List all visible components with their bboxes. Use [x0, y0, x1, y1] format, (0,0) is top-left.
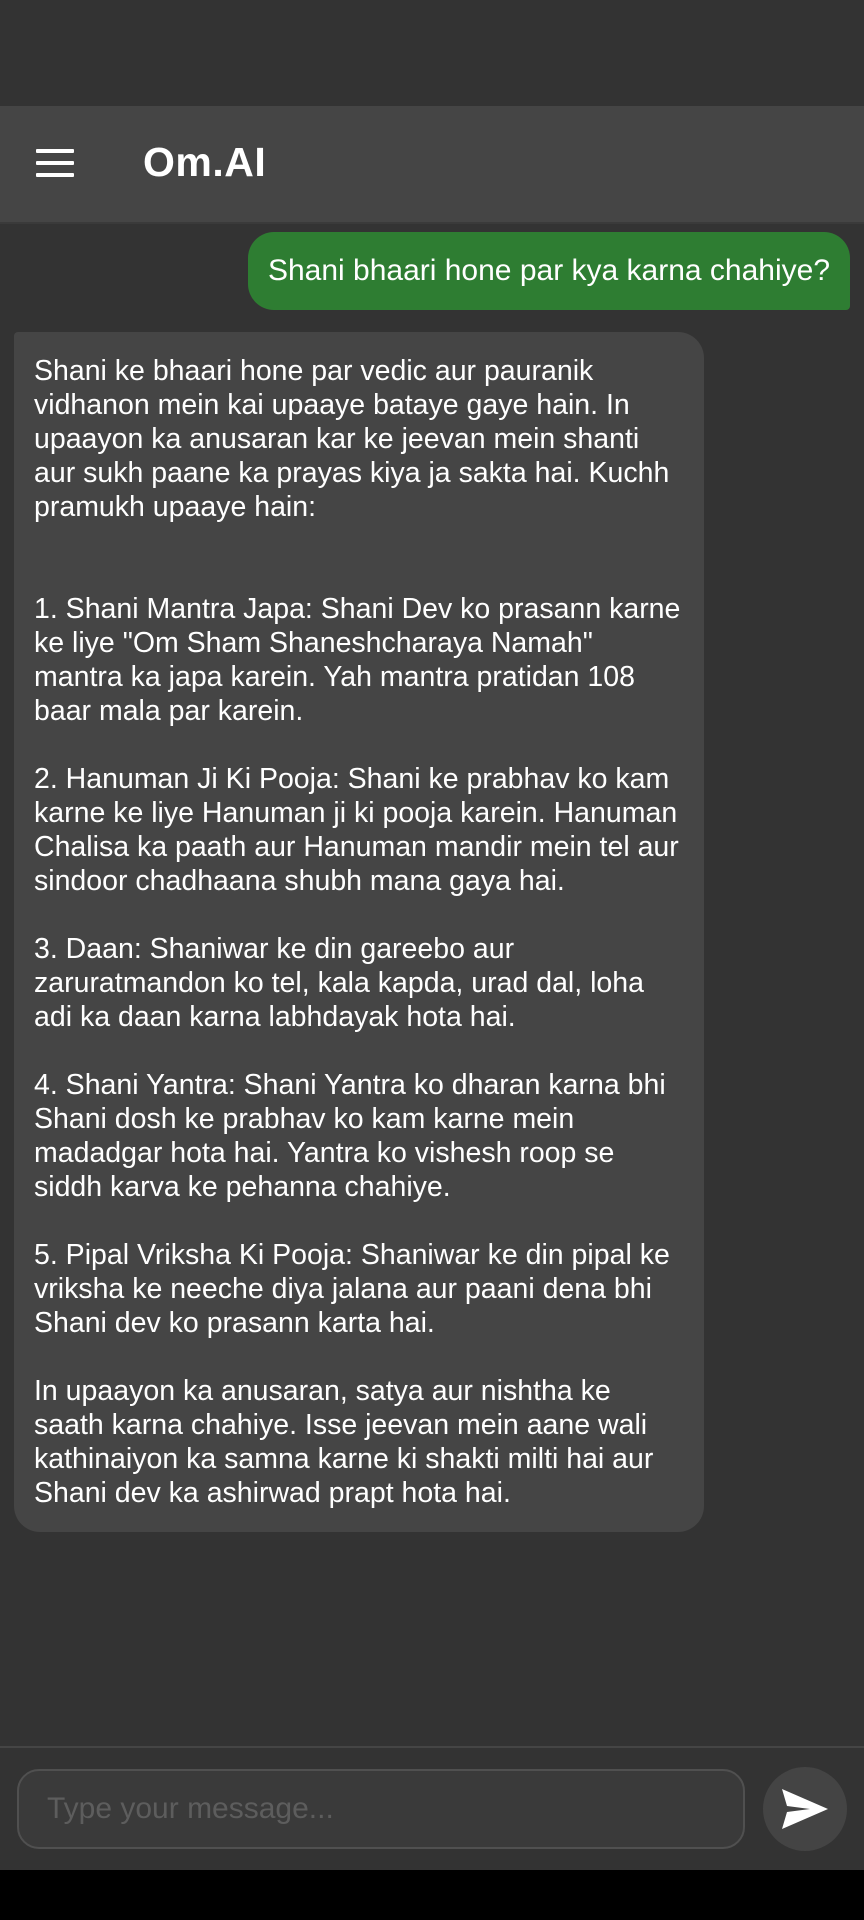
- app-bar: Om.AI: [0, 106, 864, 224]
- menu-line: [36, 161, 74, 165]
- bot-message: Shani ke bhaari hone par vedic aur paura…: [14, 332, 704, 1532]
- message-input[interactable]: [17, 1769, 745, 1849]
- system-navigation-bar: [0, 1870, 864, 1920]
- user-message: Shani bhaari hone par kya karna chahiye?: [247, 232, 850, 310]
- menu-line: [36, 149, 74, 153]
- menu-line: [36, 173, 74, 177]
- send-arrow-icon: [782, 1789, 828, 1829]
- send-button[interactable]: [763, 1767, 847, 1851]
- hamburger-menu-icon[interactable]: [26, 134, 84, 192]
- app-title: Om.AI: [143, 139, 267, 185]
- chat-area[interactable]: Shani bhaari hone par kya karna chahiye?…: [0, 224, 864, 1746]
- status-bar: [0, 0, 864, 106]
- composer-bar: [0, 1746, 864, 1872]
